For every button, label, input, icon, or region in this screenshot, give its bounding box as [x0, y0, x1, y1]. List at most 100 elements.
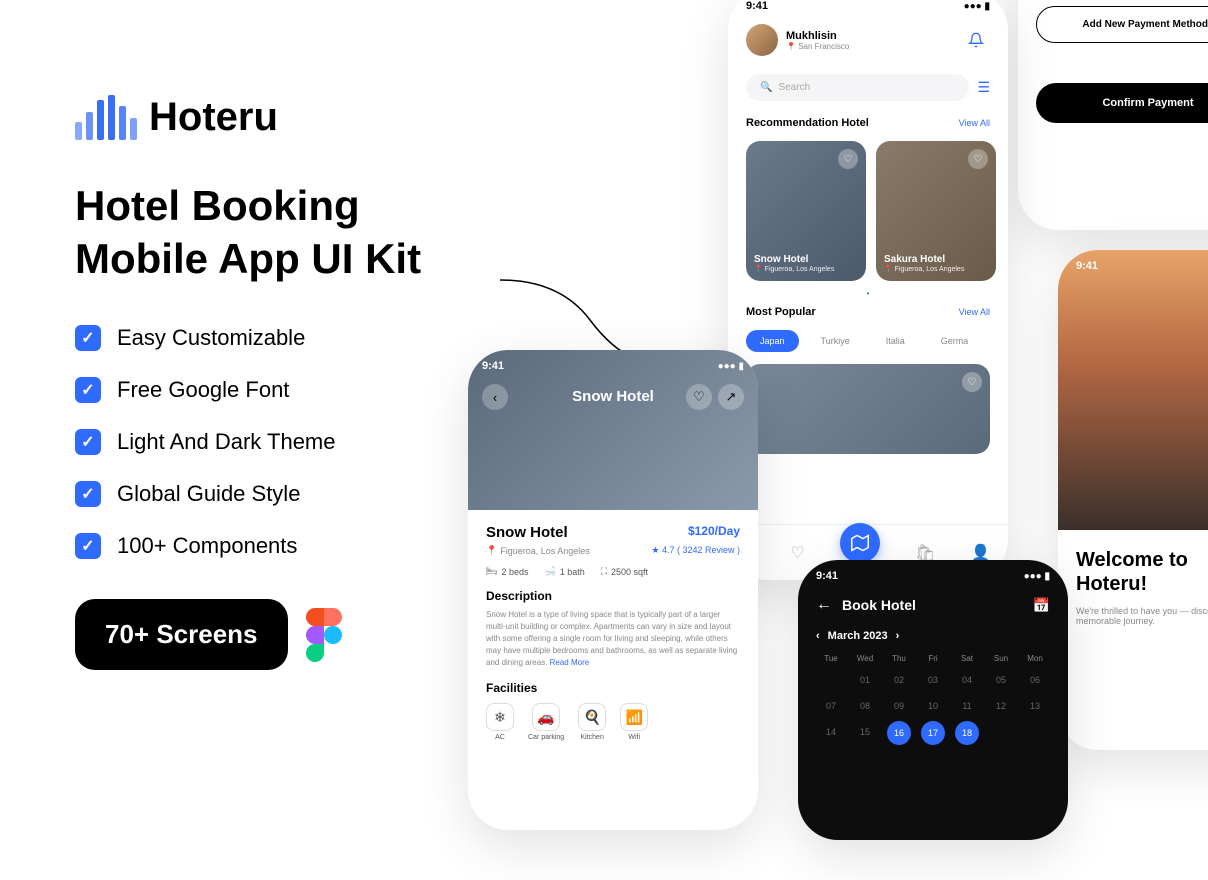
- price: $120/Day: [688, 524, 740, 538]
- marketing-panel: Hoteru Hotel Booking Mobile App UI Kit ✓…: [75, 95, 525, 670]
- view-all-link[interactable]: View All: [959, 307, 990, 317]
- date-cell-selected[interactable]: 16: [887, 721, 911, 745]
- check-icon: ✓: [75, 533, 101, 559]
- beds-amenity: 🛏 2 beds: [486, 566, 528, 577]
- brand-name: Hoteru: [149, 95, 278, 140]
- page-title: Book Hotel: [842, 597, 916, 613]
- notification-icon[interactable]: [962, 26, 990, 54]
- month-selector[interactable]: ‹ March 2023 ›: [798, 624, 1068, 648]
- nav-map-fab[interactable]: [840, 523, 880, 563]
- chevron-left-icon[interactable]: ‹: [816, 630, 820, 642]
- date-cell[interactable]: 12: [986, 695, 1016, 717]
- calendar-icon[interactable]: 📅: [1033, 597, 1050, 614]
- card-title: Sakura Hotel: [884, 254, 988, 265]
- date-cell[interactable]: 02: [884, 669, 914, 691]
- parking-icon: 🚗: [532, 703, 560, 731]
- hero-title: Snow Hotel: [572, 388, 654, 405]
- feature-text: Free Google Font: [117, 377, 289, 403]
- status-icons: ●●● ▮: [718, 361, 744, 372]
- feature-item: ✓ Global Guide Style: [75, 481, 525, 507]
- facility-item: ❄AC: [486, 703, 514, 741]
- facility-item: 📶Wifi: [620, 703, 648, 741]
- description-text: Snow Hotel is a type of living space tha…: [486, 609, 740, 669]
- brand-logo: Hoteru: [75, 95, 525, 140]
- phone-mockups: ••••••••••4356 Add New Payment Methods C…: [468, 0, 1208, 880]
- tab-japan[interactable]: Japan: [746, 330, 799, 352]
- status-time: 9:41: [746, 0, 768, 12]
- feature-text: 100+ Components: [117, 533, 297, 559]
- search-placeholder: Search: [778, 82, 810, 93]
- phone-calendar-screen: 9:41 ●●● ▮ ← Book Hotel 📅 ‹ March 2023 ›…: [798, 560, 1068, 840]
- favorite-icon[interactable]: ♡: [968, 149, 988, 169]
- hotel-card[interactable]: ♡ Sakura Hotel 📍 Figueroa, Los Angeles: [876, 141, 996, 281]
- weekday-header: TueWedThuFriSatSunMon: [816, 654, 1050, 663]
- ac-icon: ❄: [486, 703, 514, 731]
- hotel-card[interactable]: ♡ Snow Hotel 📍 Figueroa, Los Angeles: [746, 141, 866, 281]
- welcome-hero-image: 9:41 ●●● ▮: [1058, 250, 1208, 530]
- search-input[interactable]: 🔍 Search: [746, 74, 969, 101]
- date-cell-selected[interactable]: 17: [921, 721, 945, 745]
- month-label: March 2023: [828, 630, 888, 642]
- back-icon[interactable]: ←: [816, 596, 832, 614]
- confirm-payment-button[interactable]: Confirm Payment: [1036, 83, 1208, 123]
- status-bar: 9:41 ●●● ▮: [798, 560, 1068, 586]
- facilities-row: ❄AC 🚗Car parking 🍳Kitchen 📶Wifi: [486, 703, 740, 741]
- user-name: Mukhlisin: [786, 30, 849, 42]
- date-cell-selected[interactable]: 18: [955, 721, 979, 745]
- user-info[interactable]: Mukhlisin 📍 San Francisco: [746, 24, 849, 56]
- date-cell[interactable]: 15: [850, 721, 880, 745]
- feature-text: Light And Dark Theme: [117, 429, 336, 455]
- hotel-location: 📍 Figueroa, Los Angeles: [486, 545, 590, 556]
- recommendation-cards[interactable]: ♡ Snow Hotel 📍 Figueroa, Los Angeles ♡ S…: [728, 135, 1008, 287]
- date-cell[interactable]: 06: [1020, 669, 1050, 691]
- favorite-icon[interactable]: ♡: [838, 149, 858, 169]
- date-cell[interactable]: 10: [918, 695, 948, 717]
- date-cell[interactable]: 13: [1020, 695, 1050, 717]
- status-bar: 9:41 ●●● ▮: [1058, 250, 1208, 276]
- carousel-dots[interactable]: •: [728, 287, 1008, 300]
- share-icon[interactable]: ↗: [718, 384, 744, 410]
- badge-row: 70+ Screens: [75, 599, 525, 670]
- avatar[interactable]: [746, 24, 778, 56]
- facility-item: 🚗Car parking: [528, 703, 564, 741]
- phone-welcome-screen: 9:41 ●●● ▮ Welcome toHoteru! We're thril…: [1058, 250, 1208, 750]
- date-cell[interactable]: 04: [952, 669, 982, 691]
- favorite-icon[interactable]: ♡: [962, 372, 982, 392]
- favorite-icon[interactable]: ♡: [686, 384, 712, 410]
- nav-favorites-icon[interactable]: ♡: [790, 543, 804, 563]
- tab-italia[interactable]: Italia: [872, 330, 919, 352]
- view-all-link[interactable]: View All: [959, 118, 990, 128]
- hotel-rating: ★ 4.7 ( 3242 Review ): [651, 545, 740, 556]
- chevron-right-icon[interactable]: ›: [896, 630, 900, 642]
- date-cell[interactable]: 07: [816, 695, 846, 717]
- date-cell[interactable]: 01: [850, 669, 880, 691]
- section-title: Most Popular: [746, 306, 816, 318]
- date-cell[interactable]: 09: [884, 695, 914, 717]
- tab-germany[interactable]: Germa: [927, 330, 983, 352]
- kitchen-icon: 🍳: [578, 703, 606, 731]
- date-cell[interactable]: 11: [952, 695, 982, 717]
- facility-item: 🍳Kitchen: [578, 703, 606, 741]
- add-payment-button[interactable]: Add New Payment Methods: [1036, 6, 1208, 43]
- date-cell[interactable]: 14: [816, 721, 846, 745]
- check-icon: ✓: [75, 377, 101, 403]
- feature-item: ✓ Easy Customizable: [75, 325, 525, 351]
- calendar-dates: 01 02 03 04 05 06 07 08 09 10 11 12 13 1…: [816, 669, 1050, 745]
- popular-hotel-card[interactable]: ♡: [746, 364, 990, 454]
- country-tabs: Japan Turkiye Italia Germa: [728, 324, 1008, 358]
- date-cell[interactable]: 03: [918, 669, 948, 691]
- status-icons: ●●● ▮: [964, 1, 990, 12]
- date-cell[interactable]: 05: [986, 669, 1016, 691]
- check-icon: ✓: [75, 481, 101, 507]
- amenities-row: 🛏 2 beds 🛁 1 bath ⛶ 2500 sqft: [486, 566, 740, 577]
- feature-item: ✓ Light And Dark Theme: [75, 429, 525, 455]
- date-cell[interactable]: 08: [850, 695, 880, 717]
- filter-icon[interactable]: ☰: [977, 79, 990, 96]
- card-location: 📍 Figueroa, Los Angeles: [884, 265, 988, 273]
- tab-turkiye[interactable]: Turkiye: [807, 330, 864, 352]
- back-icon[interactable]: ‹: [482, 384, 508, 410]
- screens-badge: 70+ Screens: [75, 599, 288, 670]
- welcome-title: Welcome toHoteru!: [1076, 548, 1208, 596]
- phone-payment-screen: ••••••••••4356 Add New Payment Methods C…: [1018, 0, 1208, 230]
- read-more-link[interactable]: Read More: [550, 658, 590, 667]
